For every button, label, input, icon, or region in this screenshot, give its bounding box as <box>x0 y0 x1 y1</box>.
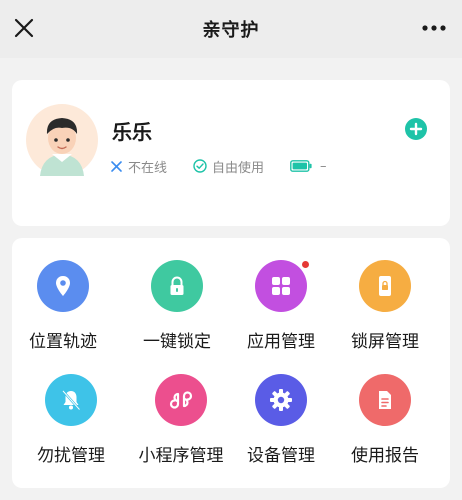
offline-x-icon <box>111 160 122 172</box>
battery-value: – <box>320 158 327 174</box>
grid-item-label: 使用报告 <box>351 446 419 466</box>
grid-item-label: 勿扰管理 <box>37 446 105 466</box>
add-child-icon[interactable] <box>405 118 427 140</box>
grid-item-label: 小程序管理 <box>138 446 224 466</box>
gear-icon <box>255 374 307 426</box>
grid-item-device-management[interactable]: 设备管理 <box>231 374 331 466</box>
grid-item-label: 设备管理 <box>247 446 315 466</box>
notification-dot <box>302 261 309 268</box>
top-navbar: 亲守护 <box>0 0 462 58</box>
battery-status: – <box>290 159 327 174</box>
online-status-label: 不在线 <box>128 160 168 176</box>
phone-lock-icon <box>359 260 411 312</box>
grid-item-label: 锁屏管理 <box>351 332 419 352</box>
grid-item-app-management[interactable]: 应用管理 <box>231 260 331 352</box>
function-grid: 位置轨迹 一键锁定 应用管理 锁屏管理 勿扰管理 小程序管理 设备管理 使用报告 <box>12 238 450 488</box>
grid-item-one-key-lock[interactable]: 一键锁定 <box>127 260 227 352</box>
report-icon <box>359 374 411 426</box>
check-circle-icon <box>193 159 207 173</box>
grid-item-mini-program[interactable]: 小程序管理 <box>131 374 231 466</box>
battery-icon <box>290 160 312 172</box>
grid-item-label: 应用管理 <box>247 332 315 352</box>
mini-program-icon <box>155 374 207 426</box>
usage-status-label: 自由使用 <box>212 160 265 176</box>
online-status: 不在线 <box>110 157 167 176</box>
grid-item-lock-screen[interactable]: 锁屏管理 <box>335 260 435 352</box>
child-name: 乐乐 <box>112 120 152 144</box>
bell-off-icon <box>45 374 97 426</box>
lock-icon <box>151 260 203 312</box>
status-row: 不在线 自由使用 – <box>110 156 353 176</box>
page-title: 亲守护 <box>202 20 260 41</box>
child-avatar[interactable] <box>26 104 98 176</box>
usage-status: 自由使用 <box>193 157 264 176</box>
grid-item-label: 位置轨迹 <box>29 332 97 352</box>
location-pin-icon <box>37 260 89 312</box>
apps-grid-icon <box>255 260 309 312</box>
child-profile-card[interactable]: 乐乐 不在线 自由使用 – <box>12 80 450 226</box>
grid-item-label: 一键锁定 <box>143 332 211 352</box>
grid-item-usage-report[interactable]: 使用报告 <box>335 374 435 466</box>
grid-item-location-track[interactable]: 位置轨迹 <box>13 260 113 352</box>
more-options-icon[interactable] <box>418 16 450 40</box>
grid-item-do-not-disturb[interactable]: 勿扰管理 <box>21 374 121 466</box>
